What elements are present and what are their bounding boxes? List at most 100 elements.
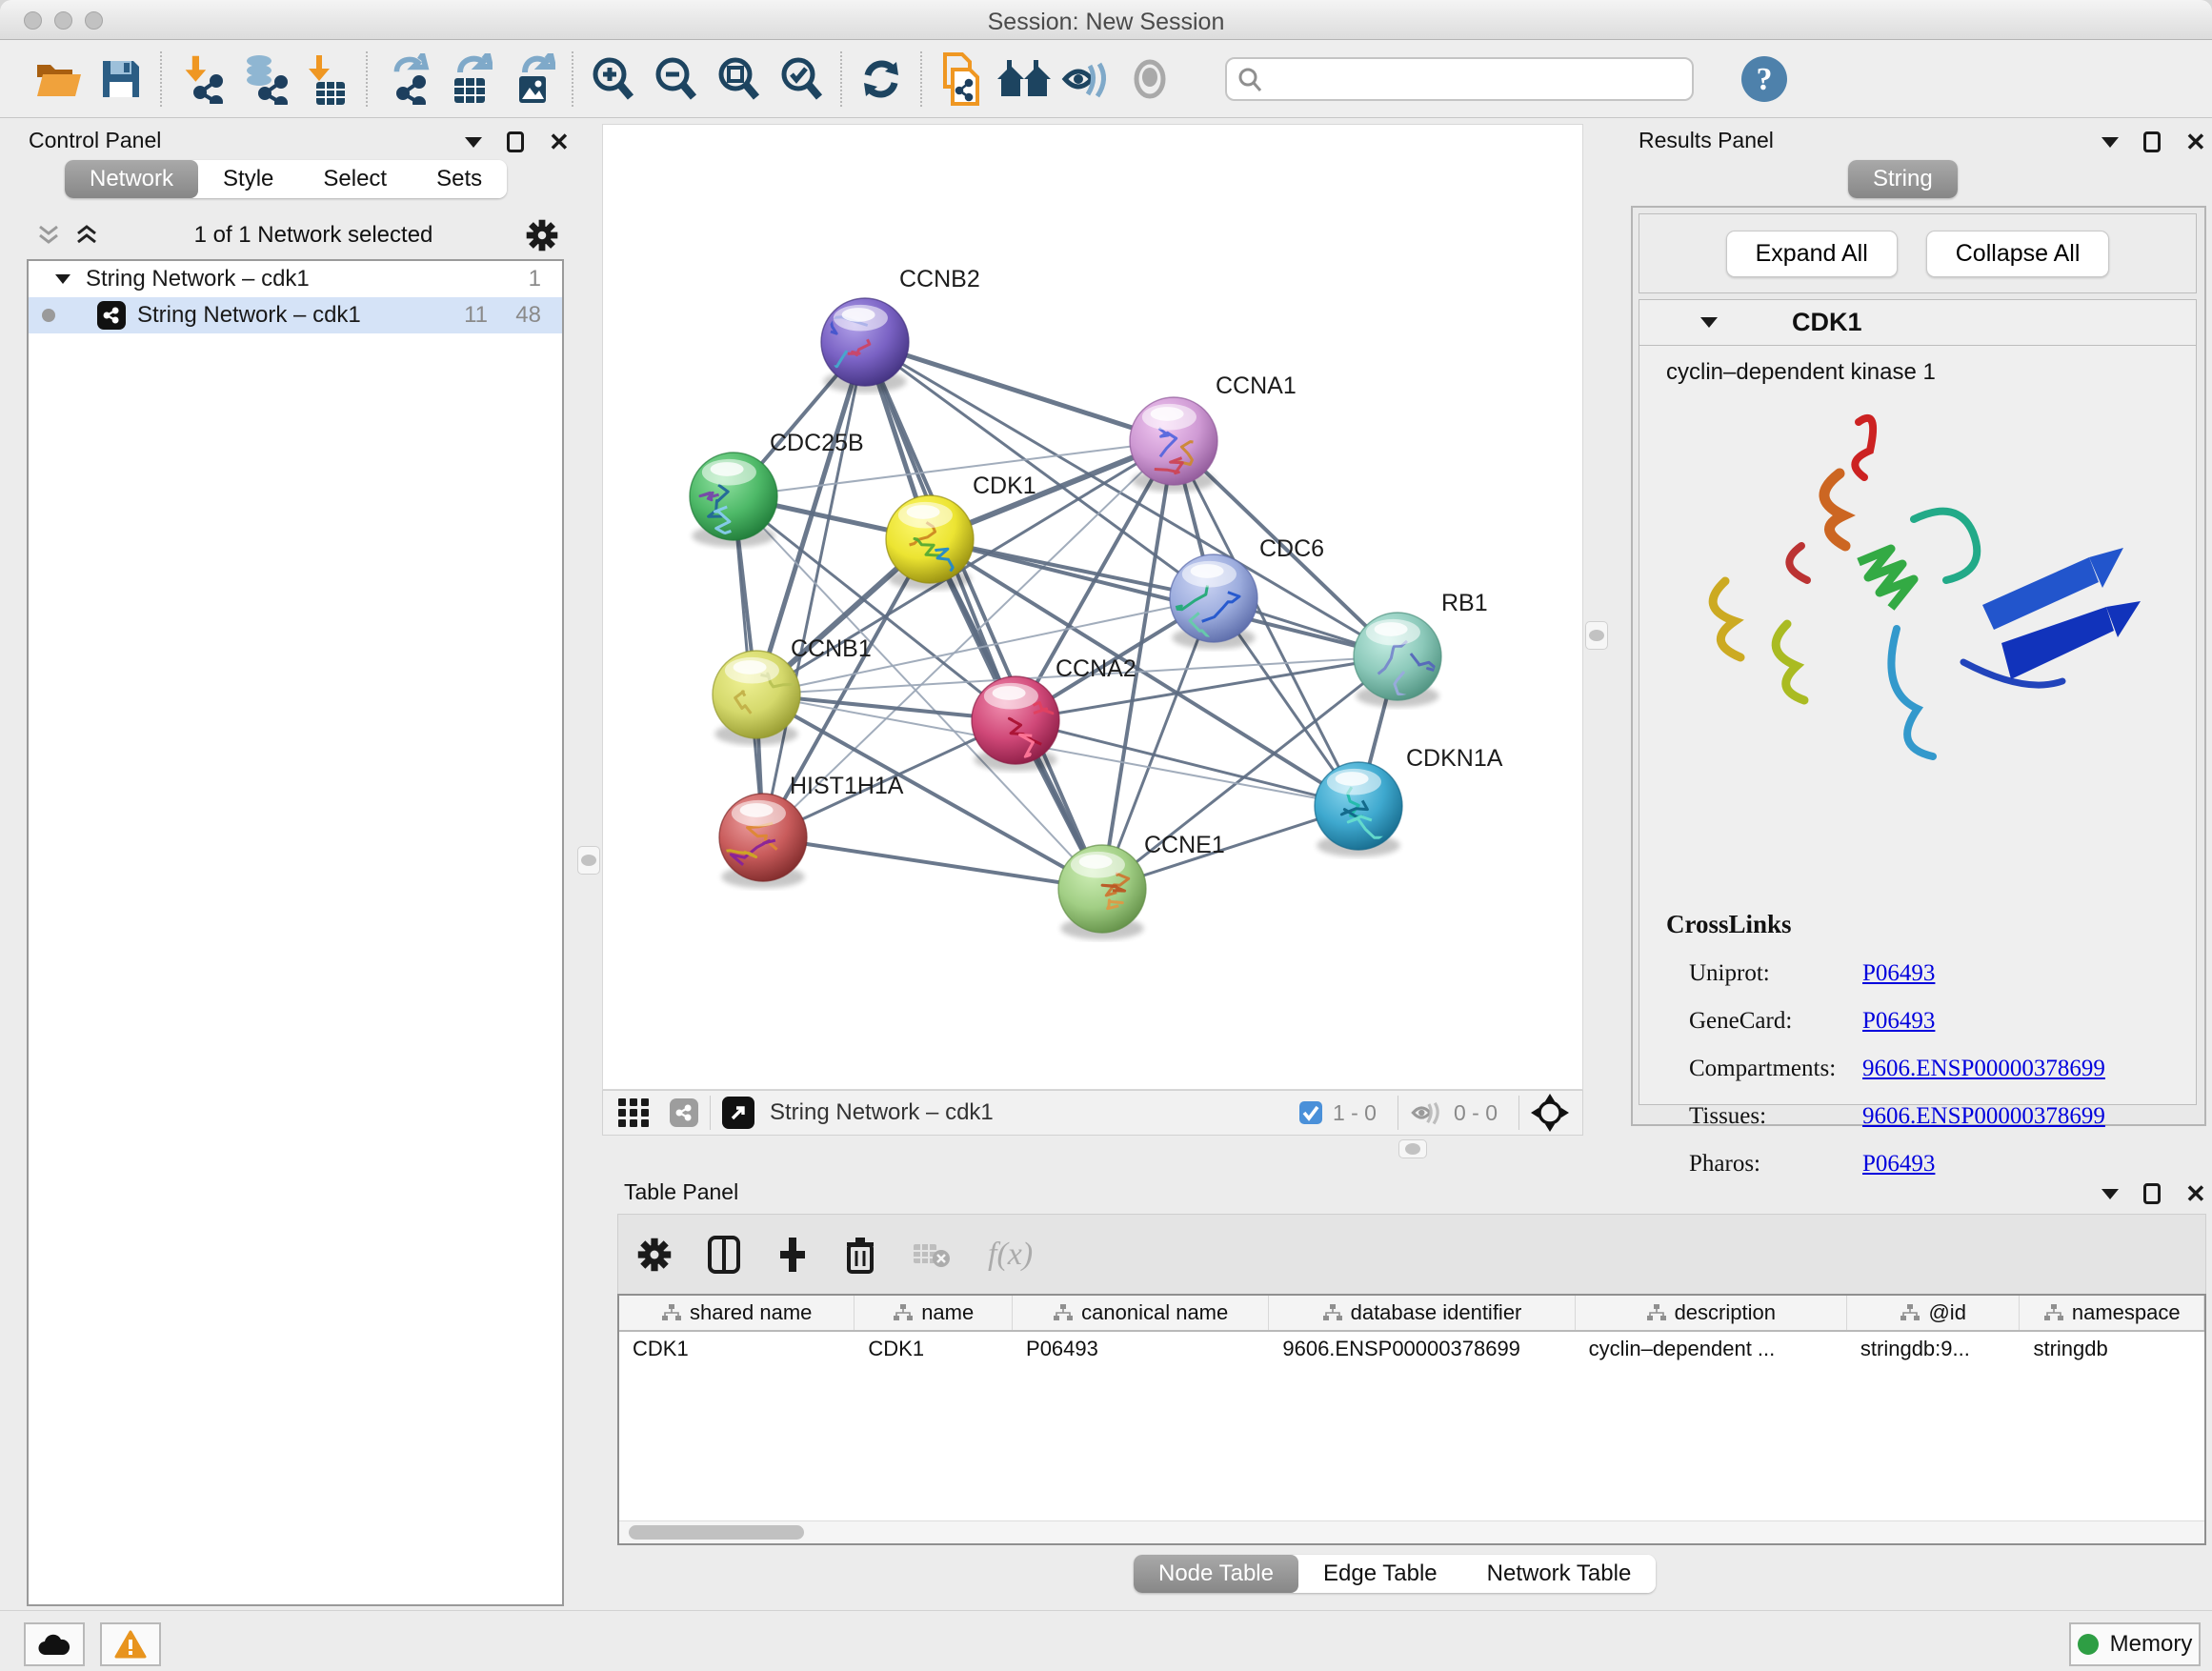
export-image-button[interactable]	[501, 50, 564, 109]
node-ccnb1[interactable]	[713, 651, 800, 745]
left-splitter-handle[interactable]	[577, 846, 600, 875]
export-network-button[interactable]	[375, 50, 438, 109]
right-splitter-handle[interactable]	[1585, 621, 1608, 650]
node-rb1[interactable]	[1354, 613, 1441, 707]
crosslink-value-link[interactable]: P06493	[1862, 960, 1935, 987]
network-view-toolbar: String Network – cdk1 1 - 0 0 - 0	[602, 1090, 1583, 1136]
panel-menu-icon[interactable]	[2101, 137, 2119, 148]
crosslink-value-link[interactable]: 9606.ENSP00000378699	[1862, 1056, 2105, 1082]
collapse-all-icon[interactable]	[34, 223, 63, 248]
crosslink-value-link[interactable]: P06493	[1862, 1008, 1935, 1035]
string-view-icon[interactable]	[670, 1098, 698, 1127]
tab-network-table[interactable]: Network Table	[1462, 1555, 1657, 1593]
hide-selected-button[interactable]	[1056, 50, 1118, 109]
float-panel-icon[interactable]	[2143, 1183, 2161, 1204]
scrollbar-thumb[interactable]	[629, 1525, 804, 1540]
import-table-from-file-button[interactable]	[295, 50, 358, 109]
zoom-in-button[interactable]	[581, 50, 644, 109]
tab-select[interactable]: Select	[298, 160, 412, 198]
close-panel-icon[interactable]: ✕	[549, 132, 570, 151]
save-session-button[interactable]	[90, 50, 152, 109]
bottom-splitter-handle[interactable]	[1398, 1139, 1427, 1158]
close-panel-icon[interactable]: ✕	[2185, 132, 2206, 151]
expand-all-icon[interactable]	[72, 223, 101, 248]
edge-hist1h1a-ccne1[interactable]	[763, 837, 1102, 889]
refresh-view-button[interactable]	[850, 50, 913, 109]
column-header-database-identifier[interactable]: database identifier	[1269, 1296, 1575, 1330]
tree-expand-icon[interactable]	[55, 274, 70, 284]
network-canvas[interactable]: CCNB2CCNA1CDC25BCDK1CDC6RB1CCNB1CCNA2CDK…	[602, 124, 1583, 1090]
gear-icon[interactable]	[526, 219, 558, 252]
node-ccnb2[interactable]	[797, 298, 909, 393]
network-row[interactable]: String Network – cdk1 11 48	[29, 297, 562, 333]
edge-ccnb2-ccna1[interactable]	[865, 342, 1174, 441]
network-label: String Network – cdk1	[137, 302, 361, 329]
import-network-from-database-button[interactable]	[232, 50, 295, 109]
first-neighbors-button[interactable]	[993, 50, 1056, 109]
table-horizontal-scrollbar[interactable]	[619, 1520, 2204, 1543]
column-header-description[interactable]: description	[1576, 1296, 1847, 1330]
control-panel-tabs: NetworkStyleSelectSets	[65, 160, 507, 198]
grid-view-icon[interactable]	[616, 1097, 653, 1129]
expand-all-button[interactable]: Expand All	[1726, 231, 1898, 277]
help-button[interactable]: ?	[1739, 54, 1789, 104]
section-collapse-icon[interactable]	[1700, 317, 1718, 328]
float-panel-icon[interactable]	[2143, 131, 2161, 152]
memory-button[interactable]: Memory	[2069, 1622, 2201, 1666]
clone-network-button[interactable]	[930, 50, 993, 109]
table-row[interactable]: CDK1CDK1P064939606.ENSP00000378699cyclin…	[619, 1332, 2204, 1366]
node-hist1h1a[interactable]	[719, 794, 807, 888]
export-table-button[interactable]	[438, 50, 501, 109]
tab-node-table[interactable]: Node Table	[1134, 1555, 1298, 1593]
edge-cdk1-rb1[interactable]	[930, 539, 1398, 656]
table-settings-gear-icon[interactable]	[637, 1238, 672, 1272]
show-all-button[interactable]	[1118, 50, 1181, 109]
select-columns-icon[interactable]	[708, 1236, 740, 1274]
panel-menu-icon[interactable]	[465, 137, 482, 148]
node-ccne1[interactable]	[1058, 845, 1146, 939]
tab-sets[interactable]: Sets	[412, 160, 507, 198]
column-header-shared-name[interactable]: shared name	[619, 1296, 855, 1330]
column-header-name[interactable]: name	[855, 1296, 1013, 1330]
node-cdc6[interactable]	[1170, 554, 1257, 653]
node-cdkn1a[interactable]	[1315, 762, 1402, 856]
crosslink-value-link[interactable]: 9606.ENSP00000378699	[1862, 1103, 2105, 1130]
node-ccna1[interactable]	[1130, 397, 1217, 492]
node-cdc25b[interactable]	[690, 453, 777, 547]
column-header-namespace[interactable]: namespace	[2020, 1296, 2204, 1330]
tab-network[interactable]: Network	[65, 160, 198, 198]
column-type-icon	[1646, 1303, 1667, 1322]
column-header--id[interactable]: @id	[1847, 1296, 2021, 1330]
cloud-status-button[interactable]	[24, 1622, 85, 1666]
open-session-button[interactable]	[27, 50, 90, 109]
close-panel-icon[interactable]: ✕	[2185, 1184, 2206, 1203]
zoom-out-button[interactable]	[644, 50, 707, 109]
tab-edge-table[interactable]: Edge Table	[1298, 1555, 1462, 1593]
selected-checkbox-icon[interactable]	[1298, 1100, 1323, 1125]
tab-style[interactable]: Style	[198, 160, 298, 198]
detach-view-icon[interactable]	[722, 1097, 754, 1129]
search-input[interactable]	[1225, 57, 1694, 101]
birds-eye-icon[interactable]	[1531, 1094, 1569, 1132]
float-panel-icon[interactable]	[507, 131, 524, 152]
gene-section-header[interactable]: CDK1	[1639, 300, 2196, 346]
warning-status-button[interactable]	[100, 1622, 161, 1666]
import-network-file-icon	[177, 54, 225, 104]
network-collection-row[interactable]: String Network – cdk1 1	[29, 261, 562, 297]
main-toolbar: ?	[0, 40, 2212, 118]
node-cdk1[interactable]	[886, 495, 974, 590]
column-header-canonical-name[interactable]: canonical name	[1013, 1296, 1269, 1330]
collapse-all-button[interactable]: Collapse All	[1926, 231, 2110, 277]
crosslink-value-link[interactable]: P06493	[1862, 1151, 1935, 1178]
zoom-selected-button[interactable]	[770, 50, 833, 109]
zoom-fit-content-button[interactable]	[707, 50, 770, 109]
network-selection-bar: 1 of 1 Network selected	[27, 213, 564, 257]
tab-string[interactable]: String	[1848, 160, 1958, 198]
panel-menu-icon[interactable]	[2101, 1189, 2119, 1199]
edge-ccnb2-ccne1[interactable]	[865, 342, 1102, 889]
node-ccna2[interactable]	[972, 676, 1059, 771]
import-network-from-file-button[interactable]	[170, 50, 232, 109]
hidden-eye-icon[interactable]	[1410, 1099, 1444, 1126]
delete-column-trash-icon[interactable]	[845, 1236, 875, 1274]
add-column-icon[interactable]	[776, 1236, 809, 1274]
